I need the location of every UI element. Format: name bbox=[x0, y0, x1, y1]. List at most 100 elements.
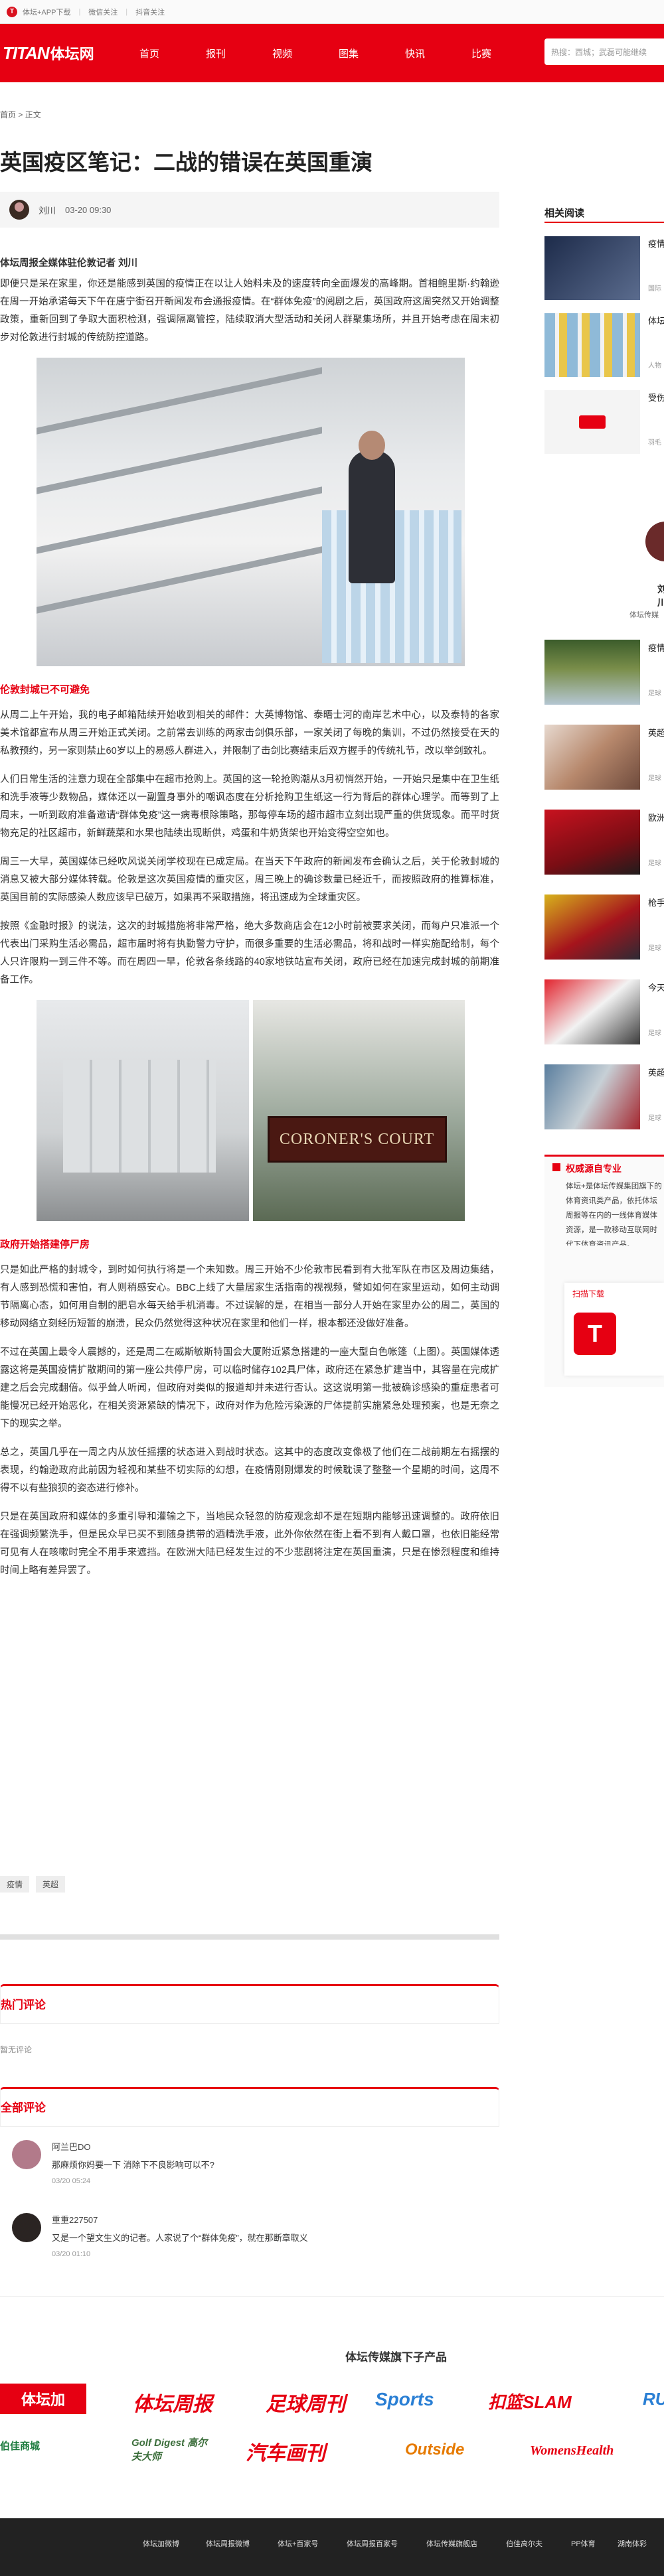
related-title: 疫情 bbox=[648, 239, 664, 249]
nav-item-matches[interactable]: 比赛 bbox=[471, 46, 538, 60]
site-logo[interactable]: TITAN 体坛网 bbox=[0, 42, 126, 64]
author-card[interactable]: 刘川 bbox=[645, 522, 664, 621]
wechat-follow-link[interactable]: 微信关注 bbox=[88, 7, 118, 17]
commenter-avatar[interactable] bbox=[12, 2213, 41, 2242]
author-bar: 刘川 03-20 09:30 bbox=[0, 192, 499, 228]
nav-item-gallery[interactable]: 图集 bbox=[339, 46, 405, 60]
article-title: 英国疫区笔记：二战的错误在英国重演 bbox=[0, 150, 373, 175]
search-input[interactable]: 热搜：西城；武磊可能继续 bbox=[544, 38, 664, 65]
article-image-mortuary: CORONER'S COURT bbox=[37, 1000, 465, 1221]
more-source: 足球 bbox=[648, 945, 661, 952]
paragraph: 总之，英国几乎在一周之内从放任摇摆的状态进入到战时状态。这其中的态度改变像极了他… bbox=[0, 1447, 499, 1494]
related-source: 羽毛 bbox=[648, 439, 661, 447]
sub-products-section: 体坛传媒旗下子产品 体坛加 体坛周报 足球周刊 Sports 扣篮SLAM RU… bbox=[0, 2336, 664, 2488]
more-title: 英超 bbox=[648, 1068, 664, 1078]
tag-premier-league[interactable]: 英超 bbox=[36, 1876, 66, 1893]
footer-link[interactable]: 体坛传媒旗舰店 bbox=[426, 2538, 477, 2549]
logo-auto-magazine[interactable]: 汽车画刊 bbox=[246, 2437, 325, 2466]
related-source: 人物 bbox=[648, 362, 661, 370]
nav-item-video[interactable]: 视频 bbox=[272, 46, 339, 60]
authority-title: 权威源自专业 bbox=[566, 1163, 622, 1174]
breadcrumb-home[interactable]: 首页 bbox=[0, 110, 16, 119]
footer-link[interactable]: PP体育 bbox=[571, 2538, 596, 2549]
logo-outside[interactable]: Outside bbox=[405, 2441, 464, 2459]
nav-item-news[interactable]: 快讯 bbox=[405, 46, 471, 60]
divider bbox=[0, 1934, 499, 1940]
main-nav: TITAN 体坛网 首页 报刊 视频 图集 快讯 比赛 热搜：西城；武磊可能继续 bbox=[0, 24, 664, 82]
comment-item: 阿兰巴DO 那麻烦你妈要一下 消除下不良影响可以不? 03/20 05:24 bbox=[0, 2140, 499, 2185]
more-title: 英超 bbox=[648, 728, 664, 738]
related-reading-title: 相关阅读 bbox=[544, 208, 585, 219]
comment-text: 那麻烦你妈要一下 消除下不良影响可以不? bbox=[52, 2160, 214, 2170]
section-heading: 伦敦封城已不可避免 bbox=[0, 684, 90, 695]
footer-link[interactable]: 伯佳高尔夫 bbox=[506, 2538, 542, 2549]
related-thumbnail bbox=[544, 390, 640, 454]
footer-link[interactable]: 体坛周报百家号 bbox=[347, 2538, 398, 2549]
logo-runner[interactable]: RU bbox=[643, 2389, 664, 2409]
more-item[interactable]: 英超 足球 bbox=[544, 725, 664, 790]
related-item[interactable]: 体坛 人物 bbox=[544, 313, 664, 377]
more-title: 今天 bbox=[648, 983, 664, 993]
more-source: 足球 bbox=[648, 775, 661, 782]
more-thumbnail bbox=[544, 979, 640, 1044]
douyin-follow-link[interactable]: 抖音关注 bbox=[135, 7, 165, 17]
titan-small-logo-icon: T bbox=[7, 6, 17, 17]
paragraph: 按照《金融时报》的说法，这次的封城措施将非常严格，绝大多数商店会在12小时前被要… bbox=[0, 921, 499, 985]
commenter-name[interactable]: 阿兰巴DO bbox=[52, 2140, 214, 2153]
footer-link[interactable]: 体坛+百家号 bbox=[278, 2538, 318, 2549]
article-body: 体坛周报全媒体驻伦敦记者 刘川 即便只是呆在家里，你还是能感到英国的疫情正在以让… bbox=[0, 255, 499, 1591]
tag-epidemic[interactable]: 疫情 bbox=[0, 1876, 30, 1893]
app-download-link[interactable]: 体坛+APP下载 bbox=[23, 7, 70, 17]
logo-womens-health[interactable]: WomensHealth bbox=[530, 2443, 614, 2459]
more-source: 足球 bbox=[648, 1115, 661, 1122]
related-item[interactable]: 疫情 国际 bbox=[544, 236, 664, 300]
breadcrumb-current: 正文 bbox=[25, 110, 41, 119]
logo-bojia-mall[interactable]: 伯佳商城 bbox=[0, 2439, 93, 2453]
app-download-card[interactable]: 扫描下载 T bbox=[564, 1283, 664, 1376]
footer-link[interactable]: 湖南体彩 bbox=[618, 2538, 647, 2549]
author-name[interactable]: 刘川 bbox=[39, 204, 56, 216]
no-comments-text: 暂无评论 bbox=[0, 2045, 33, 2054]
commenter-name[interactable]: 重重227507 bbox=[52, 2213, 308, 2226]
coroners-court-photo: CORONER'S COURT bbox=[252, 1000, 465, 1221]
qr-label: 扫描下载 bbox=[572, 1289, 605, 1299]
bwf-logo-icon bbox=[579, 415, 606, 429]
paragraph: 只是如此严格的封城令，到时如何执行将是一个未知数。周三开始不少伦敦市民看到有大批… bbox=[0, 1265, 499, 1329]
paragraph: 人们日常生活的注意力现在全部集中在超市抢购上。英国的这一轮抢购潮从3月初悄然开始… bbox=[0, 774, 499, 839]
logo-sports[interactable]: Sports bbox=[375, 2389, 434, 2410]
logo-soccer-weekly[interactable]: 足球周刊 bbox=[266, 2388, 345, 2417]
hot-comments-title: 热门评论 bbox=[1, 1999, 46, 2011]
publish-date: 03-20 09:30 bbox=[65, 204, 112, 215]
nav-item-home[interactable]: 首页 bbox=[139, 46, 206, 60]
paragraph: 只是在英国政府和媒体的多重引导和灌输之下，当地民众轻忽的防疫观念却不是在短期内能… bbox=[0, 1512, 499, 1576]
sub-products-title: 体坛传媒旗下子产品 bbox=[345, 2351, 447, 2364]
footer: 体坛加微博 体坛周报微博 体坛+百家号 体坛周报百家号 体坛传媒旗舰店 伯佳高尔… bbox=[0, 2518, 664, 2576]
logo-slam[interactable]: 扣篮SLAM bbox=[488, 2389, 572, 2413]
article-lead: 体坛周报全媒体驻伦敦记者 刘川 bbox=[0, 258, 138, 269]
related-title: 体坛 bbox=[648, 316, 664, 326]
more-item[interactable]: 枪手 足球 bbox=[544, 894, 664, 960]
logo-golf-digest[interactable]: Golf Digest 高尔夫大师 bbox=[131, 2435, 211, 2463]
red-square-icon bbox=[552, 1163, 560, 1171]
related-thumbnail bbox=[544, 236, 640, 300]
more-title: 欧洲 bbox=[648, 813, 664, 823]
more-thumbnail bbox=[544, 894, 640, 960]
logo-titan-plus[interactable]: 体坛加 bbox=[0, 2384, 86, 2414]
more-title: 疫情 bbox=[648, 643, 664, 653]
commenter-avatar[interactable] bbox=[12, 2140, 41, 2169]
paragraph: 周三一大早，英国媒体已经吹风说关闭学校现在已成定局。在当天下午政府的新闻发布会确… bbox=[0, 857, 499, 903]
more-source: 足球 bbox=[648, 690, 661, 697]
more-item[interactable]: 今天 足球 bbox=[544, 979, 664, 1044]
logo-titan-weekly[interactable]: 体坛周报 bbox=[133, 2388, 212, 2417]
more-item[interactable]: 欧洲 足球 bbox=[544, 810, 664, 875]
related-item[interactable]: 受伤 羽毛 bbox=[544, 390, 664, 454]
footer-link[interactable]: 体坛加微博 bbox=[143, 2538, 179, 2549]
nav-item-papers[interactable]: 报刊 bbox=[206, 46, 272, 60]
author-avatar[interactable] bbox=[9, 200, 29, 220]
more-source: 足球 bbox=[648, 1030, 661, 1037]
paragraph: 不过在英国上最令人震撼的，还是周二在威斯敏斯特国会大厦附近紧急搭建的一座大型白色… bbox=[0, 1347, 499, 1429]
footer-link[interactable]: 体坛周报微博 bbox=[206, 2538, 250, 2549]
all-comments-title: 全部评论 bbox=[1, 2102, 46, 2114]
more-item[interactable]: 疫情 足球 bbox=[544, 640, 664, 705]
more-item[interactable]: 英超 足球 bbox=[544, 1064, 664, 1129]
